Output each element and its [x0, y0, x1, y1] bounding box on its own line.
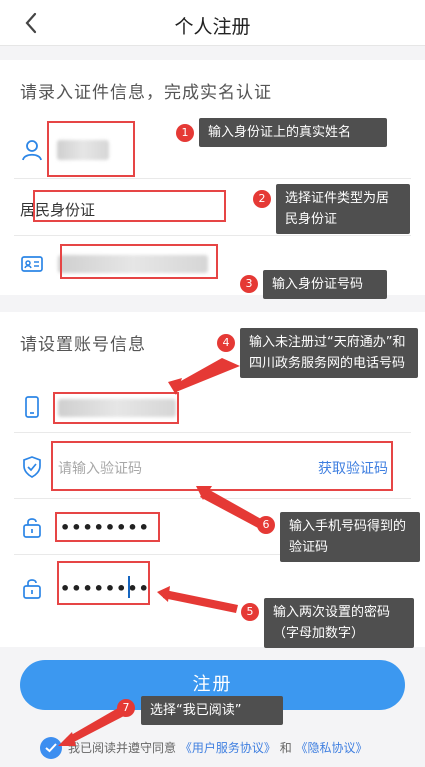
note-6: 输入手机号码得到的验证码	[280, 512, 420, 562]
badge-6: 6	[257, 516, 275, 534]
arrow-5	[163, 590, 238, 613]
note-5: 输入两次设置的密码（字母加数字）	[264, 598, 414, 648]
badge-5: 5	[241, 603, 259, 621]
badge-2: 2	[253, 190, 271, 208]
note-4: 输入未注册过“天府通办”和四川政务服务网的电话号码	[240, 328, 418, 378]
note-7: 选择“我已阅读”	[141, 696, 283, 725]
badge-4: 4	[217, 334, 235, 352]
annotation-arrows	[58, 358, 263, 746]
badge-7: 7	[117, 699, 135, 717]
arrow-7	[66, 708, 124, 744]
note-2: 选择证件类型为居民身份证	[276, 184, 410, 234]
note-1: 输入身份证上的真实姓名	[199, 118, 387, 147]
badge-1: 1	[176, 124, 194, 142]
arrow-4	[172, 358, 240, 392]
badge-3: 3	[240, 275, 258, 293]
arrow-5-head	[157, 586, 170, 602]
note-3: 输入身份证号码	[263, 270, 387, 299]
arrow-6	[200, 488, 263, 528]
